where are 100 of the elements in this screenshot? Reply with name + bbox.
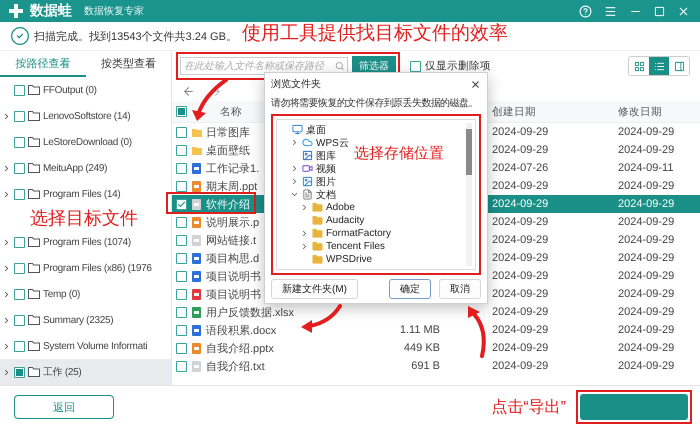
folder-tree-item[interactable]: WPS云 (280, 136, 349, 149)
folder-tree-item[interactable]: Adobe (280, 201, 355, 214)
file-name[interactable]: 项目说明书 (206, 286, 261, 302)
chevron-icon[interactable] (290, 164, 299, 173)
checkbox[interactable] (14, 84, 25, 96)
folder-tree-item[interactable]: 图片 (280, 175, 336, 188)
dialog-button[interactable]: 取消 (439, 279, 481, 299)
checkbox[interactable] (176, 252, 187, 264)
file-name[interactable]: 软件介绍 (206, 196, 250, 212)
file-name[interactable]: 语段积累.docx (206, 322, 276, 338)
folder-icon (28, 111, 40, 121)
file-name[interactable]: 用户反馈数据.xlsx (206, 304, 294, 320)
checkbox[interactable] (176, 306, 187, 318)
folder-tree-item[interactable]: Program Files (14) (0, 181, 171, 207)
file-name[interactable]: 日常图库 (206, 124, 250, 140)
view-toggle[interactable] (649, 57, 669, 75)
folder-tree-item[interactable]: 文档 (280, 188, 336, 201)
chevron-icon[interactable] (290, 138, 299, 147)
file-name[interactable]: 工作记录1. (206, 160, 260, 176)
folder-tree-item[interactable]: Program Files (1074) (0, 229, 171, 255)
folder-tree-item[interactable]: FFOutput (0) (0, 77, 171, 103)
folder-tree-item[interactable]: LenovoSoftstore (14) (0, 103, 171, 129)
checkbox[interactable] (176, 198, 187, 210)
chevron-icon[interactable] (2, 190, 11, 198)
checkbox[interactable] (176, 180, 187, 192)
created-date: 2024-09-29 (492, 216, 548, 228)
file-name[interactable]: 桌面壁纸 (206, 142, 250, 158)
folder-tree-item[interactable]: 图库 (280, 149, 336, 162)
folder-tree-item[interactable]: MeituApp (249) (0, 155, 171, 181)
column-header[interactable]: 修改日期 (608, 104, 700, 118)
checkbox[interactable] (176, 288, 187, 300)
folder-tree-item[interactable]: Tencent Files (280, 240, 385, 253)
checkbox[interactable] (176, 234, 187, 246)
back-button[interactable]: 返回 (14, 395, 114, 419)
file-name[interactable]: 自我介绍.pptx (206, 340, 274, 356)
close-icon[interactable] (470, 78, 481, 90)
checkbox[interactable] (176, 126, 187, 138)
chevron-icon[interactable] (300, 229, 309, 238)
checkbox[interactable] (14, 262, 25, 274)
folder-tree-item[interactable]: Audacity (280, 214, 364, 227)
folder-tree-item[interactable]: Program Files (x86) (1976 (0, 255, 171, 281)
maximize-icon[interactable] (654, 6, 665, 16)
chevron-icon[interactable] (2, 368, 11, 376)
checkbox[interactable] (176, 216, 187, 228)
menu-icon[interactable] (604, 4, 617, 18)
file-name[interactable]: 说明展示.p (206, 214, 260, 230)
file-name[interactable]: 自我介绍.txt (206, 358, 265, 374)
chevron-icon[interactable] (2, 290, 11, 298)
folder-tree-item[interactable]: FormatFactory (280, 227, 392, 240)
folder-tree-item[interactable]: System Volume Informati (0, 333, 171, 359)
checkbox[interactable] (14, 314, 25, 326)
checkbox[interactable] (176, 324, 187, 336)
view-tab[interactable]: 按类型查看 (86, 51, 171, 77)
annotation-label: 选择目标文件 (29, 207, 139, 229)
checkbox[interactable] (176, 270, 187, 282)
file-name[interactable]: 项目构思.d (206, 250, 260, 266)
chevron-icon[interactable] (2, 342, 11, 350)
chevron-icon[interactable] (300, 203, 309, 212)
dialog-button[interactable]: 新建文件夹(M) (271, 279, 358, 299)
chevron-icon[interactable] (2, 164, 11, 172)
chevron-icon[interactable] (2, 264, 11, 272)
file-name[interactable]: 项目说明书 (206, 268, 261, 284)
chevron-icon[interactable] (2, 238, 11, 246)
folder-tree-item[interactable]: Summary (2325) (0, 307, 171, 333)
checkbox[interactable] (176, 360, 187, 372)
chevron-icon[interactable] (300, 242, 309, 251)
folder-tree-item[interactable]: WPSDrive (280, 253, 372, 266)
file-name[interactable]: 网站链接.t (206, 232, 256, 248)
checkbox[interactable] (14, 136, 25, 148)
scrollbar[interactable] (466, 123, 472, 266)
back-arrow-icon[interactable] (182, 84, 195, 98)
chevron-icon[interactable] (2, 112, 11, 120)
folder-tree-item[interactable]: 视频 (280, 162, 336, 175)
chevron-icon[interactable] (290, 190, 299, 199)
folder-tree-item[interactable]: Temp (0) (0, 281, 171, 307)
dialog-button[interactable]: 确定 (389, 279, 431, 299)
help-icon[interactable] (579, 4, 592, 18)
checkbox[interactable] (14, 110, 25, 122)
folder-tree-item[interactable]: 桌面 (280, 123, 326, 136)
view-tab[interactable]: 按路径查看 (0, 51, 86, 77)
search-icon[interactable] (334, 61, 344, 71)
column-header[interactable]: 创建日期 (492, 104, 604, 118)
checkbox[interactable] (14, 340, 25, 352)
checkbox[interactable] (176, 162, 187, 174)
checkbox[interactable] (410, 60, 421, 72)
checkbox[interactable] (14, 162, 25, 174)
folder-icon (28, 237, 40, 247)
file-name[interactable]: 期末周.ppt (206, 178, 258, 194)
checkbox[interactable] (14, 366, 25, 378)
checkbox[interactable] (14, 188, 25, 200)
folder-tree-item[interactable]: LeStoreDownload (0) (0, 129, 171, 155)
select-all-checkbox[interactable] (176, 106, 187, 117)
checkbox[interactable] (176, 144, 187, 156)
checkbox[interactable] (14, 288, 25, 300)
chevron-icon[interactable] (2, 316, 11, 324)
curved-arrow (468, 306, 486, 358)
folder-tree-item[interactable]: 工作 (25) (0, 359, 171, 385)
checkbox[interactable] (14, 236, 25, 248)
chevron-icon[interactable] (290, 177, 299, 186)
checkbox[interactable] (176, 342, 187, 354)
